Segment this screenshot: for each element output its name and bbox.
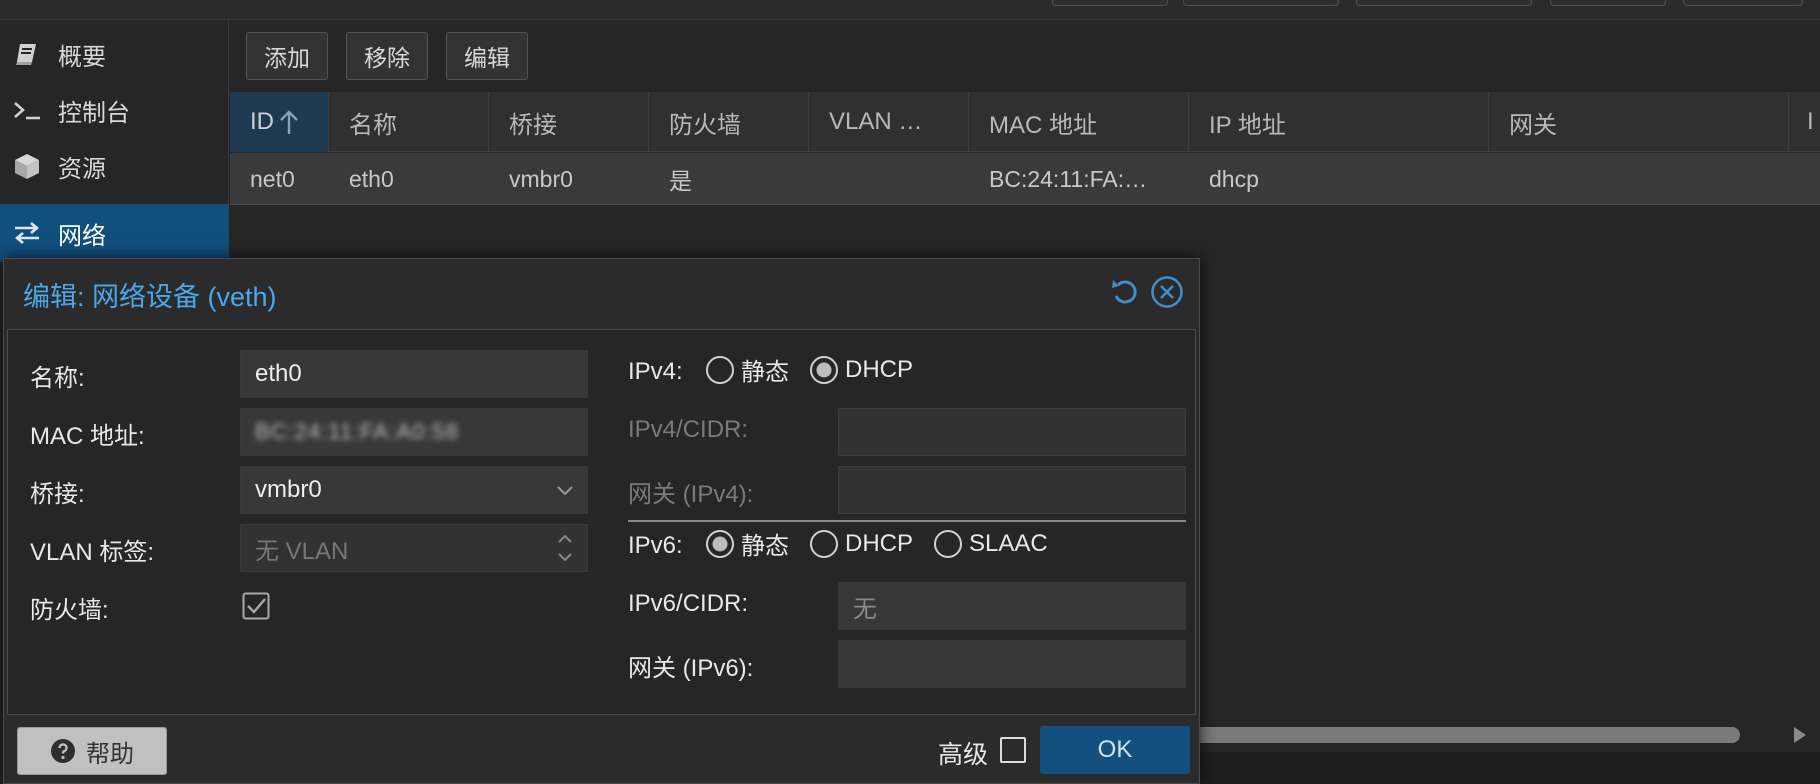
dialog-body: 名称: eth0 MAC 地址: BC:24:11:FA:A0:58 桥接: v… — [7, 329, 1196, 715]
sidebar-item-console[interactable]: 控制台 — [0, 82, 229, 138]
ip-section-divider — [628, 520, 1186, 522]
column-header-id[interactable]: ID — [230, 92, 329, 152]
firewall-label: 防火墙: — [30, 597, 109, 624]
top-button-3[interactable] — [1356, 0, 1532, 6]
reset-button[interactable] — [1107, 274, 1143, 310]
ipv6-label: IPv6: — [628, 532, 683, 559]
cell-firewall: 是 — [669, 168, 692, 194]
horizontal-scrollbar[interactable] — [1170, 724, 1820, 746]
advanced-label: 高级 — [938, 741, 989, 769]
table-row[interactable]: net0 eth0 vmbr0 是 BC:24:11:FA:… dhcp — [230, 153, 1820, 205]
column-header-gateway[interactable]: 网关 — [1489, 92, 1789, 152]
cell-id: net0 — [250, 165, 295, 192]
ipv6-cidr-placeholder: 无 — [853, 595, 877, 623]
grid-header: ID 名称 桥接 防火墙 VLAN … MAC 地址 IP 地址 网关 I — [230, 92, 1820, 152]
ipv6-slaac-radio[interactable]: SLAAC — [933, 529, 1048, 559]
status-band — [1170, 752, 1820, 784]
sidebar-item-network[interactable]: 网络 — [0, 204, 229, 262]
column-header-firewall[interactable]: 防火墙 — [649, 92, 809, 152]
column-header-vlan[interactable]: VLAN … — [809, 92, 969, 152]
sidebar-item-label: 网络 — [58, 222, 106, 250]
help-button[interactable]: 帮助 — [17, 727, 167, 775]
dialog-header: 编辑: 网络设备 (veth) — [4, 259, 1199, 329]
mac-address-input[interactable]: BC:24:11:FA:A0:58 — [240, 408, 588, 456]
help-label: 帮助 — [86, 740, 134, 768]
sort-ascending-icon — [278, 108, 300, 136]
help-question-icon — [50, 738, 76, 764]
sidebar-item-label: 概要 — [58, 43, 106, 71]
vlan-label: VLAN 标签: — [30, 539, 155, 566]
ipv4-gateway-input[interactable] — [838, 466, 1186, 514]
ipv4-gateway-label: 网关 (IPv4): — [628, 481, 754, 508]
top-toolbar-strip — [0, 0, 1820, 20]
column-header-name[interactable]: 名称 — [329, 92, 489, 152]
cell-vlan — [809, 153, 969, 205]
top-button-4[interactable] — [1550, 0, 1666, 6]
ipv4-cidr-label: IPv4/CIDR: — [628, 416, 749, 443]
column-header-ip[interactable]: IP 地址 — [1189, 92, 1489, 152]
mac-address-value: BC:24:11:FA:A0:58 — [255, 419, 459, 444]
ok-button[interactable]: OK — [1040, 726, 1190, 774]
edit-button[interactable]: 编辑 — [446, 32, 528, 80]
column-header-overflow[interactable]: I — [1789, 92, 1820, 152]
cell-ip: dhcp — [1209, 165, 1259, 192]
dialog-title: 编辑: 网络设备 (veth) — [23, 281, 277, 312]
cell-mac: BC:24:11:FA:… — [989, 165, 1148, 192]
ipv4-mode-radios: 静态 DHCP — [705, 352, 933, 387]
mac-label: MAC 地址: — [30, 423, 145, 450]
vlan-placeholder: 无 VLAN — [255, 537, 349, 565]
column-header-bridge[interactable]: 桥接 — [489, 92, 649, 152]
add-button[interactable]: 添加 — [246, 32, 328, 80]
close-button[interactable] — [1149, 274, 1185, 310]
ipv4-cidr-input[interactable] — [838, 408, 1186, 456]
ipv6-gateway-input[interactable] — [838, 640, 1186, 688]
spinner-arrows-icon[interactable] — [555, 525, 575, 571]
firewall-checkbox[interactable] — [242, 592, 270, 620]
ipv6-dhcp-radio[interactable]: DHCP — [809, 529, 913, 559]
ipv6-cidr-label: IPv6/CIDR: — [628, 590, 749, 617]
dialog-tools — [1107, 274, 1185, 310]
bridge-select[interactable]: vmbr0 — [240, 466, 588, 514]
ipv4-static-radio[interactable]: 静态 — [705, 352, 789, 387]
sidebar-item-label: 资源 — [58, 155, 106, 183]
name-label: 名称: — [30, 365, 85, 392]
sidebar-item-resources[interactable]: 资源 — [0, 138, 229, 194]
ipv6-static-radio[interactable]: 静态 — [705, 526, 789, 561]
scrollbar-thumb[interactable] — [1170, 727, 1740, 743]
dialog-footer: 帮助 高级 OK — [4, 715, 1199, 783]
book-icon — [12, 39, 42, 69]
ipv6-gateway-label: 网关 (IPv6): — [628, 655, 754, 682]
advanced-checkbox[interactable] — [1000, 737, 1026, 763]
vlan-tag-stepper[interactable]: 无 VLAN — [240, 524, 588, 572]
ipv4-label: IPv4: — [628, 358, 683, 385]
top-button-2[interactable] — [1183, 0, 1339, 6]
exchange-arrows-icon — [12, 218, 42, 248]
edit-network-device-dialog: 编辑: 网络设备 (veth) 名称: eth0 MAC 地址: BC:24:1… — [3, 258, 1200, 784]
ipv6-cidr-input[interactable]: 无 — [838, 582, 1186, 630]
bridge-value: vmbr0 — [255, 476, 322, 503]
sidebar-item-summary[interactable]: 概要 — [0, 26, 229, 82]
remove-button[interactable]: 移除 — [346, 32, 428, 80]
cell-bridge: vmbr0 — [509, 165, 573, 192]
ipv4-dhcp-radio[interactable]: DHCP — [809, 355, 913, 385]
close-icon — [1150, 275, 1184, 309]
scroll-right-arrow-icon[interactable] — [1792, 726, 1808, 744]
cell-gateway — [1489, 153, 1789, 205]
column-header-mac[interactable]: MAC 地址 — [969, 92, 1189, 152]
undo-icon — [1109, 276, 1141, 308]
sidebar-item-label: 控制台 — [58, 99, 130, 127]
ipv6-mode-radios: 静态 DHCP SLAAC — [705, 526, 1068, 561]
cube-icon — [12, 151, 42, 181]
bridge-label: 桥接: — [30, 481, 85, 508]
top-button-1[interactable] — [1052, 0, 1168, 6]
name-input[interactable]: eth0 — [240, 350, 588, 398]
terminal-icon — [12, 95, 42, 125]
chevron-down-icon[interactable] — [555, 467, 575, 513]
cell-name: eth0 — [349, 165, 394, 192]
top-button-5[interactable] — [1683, 0, 1803, 6]
